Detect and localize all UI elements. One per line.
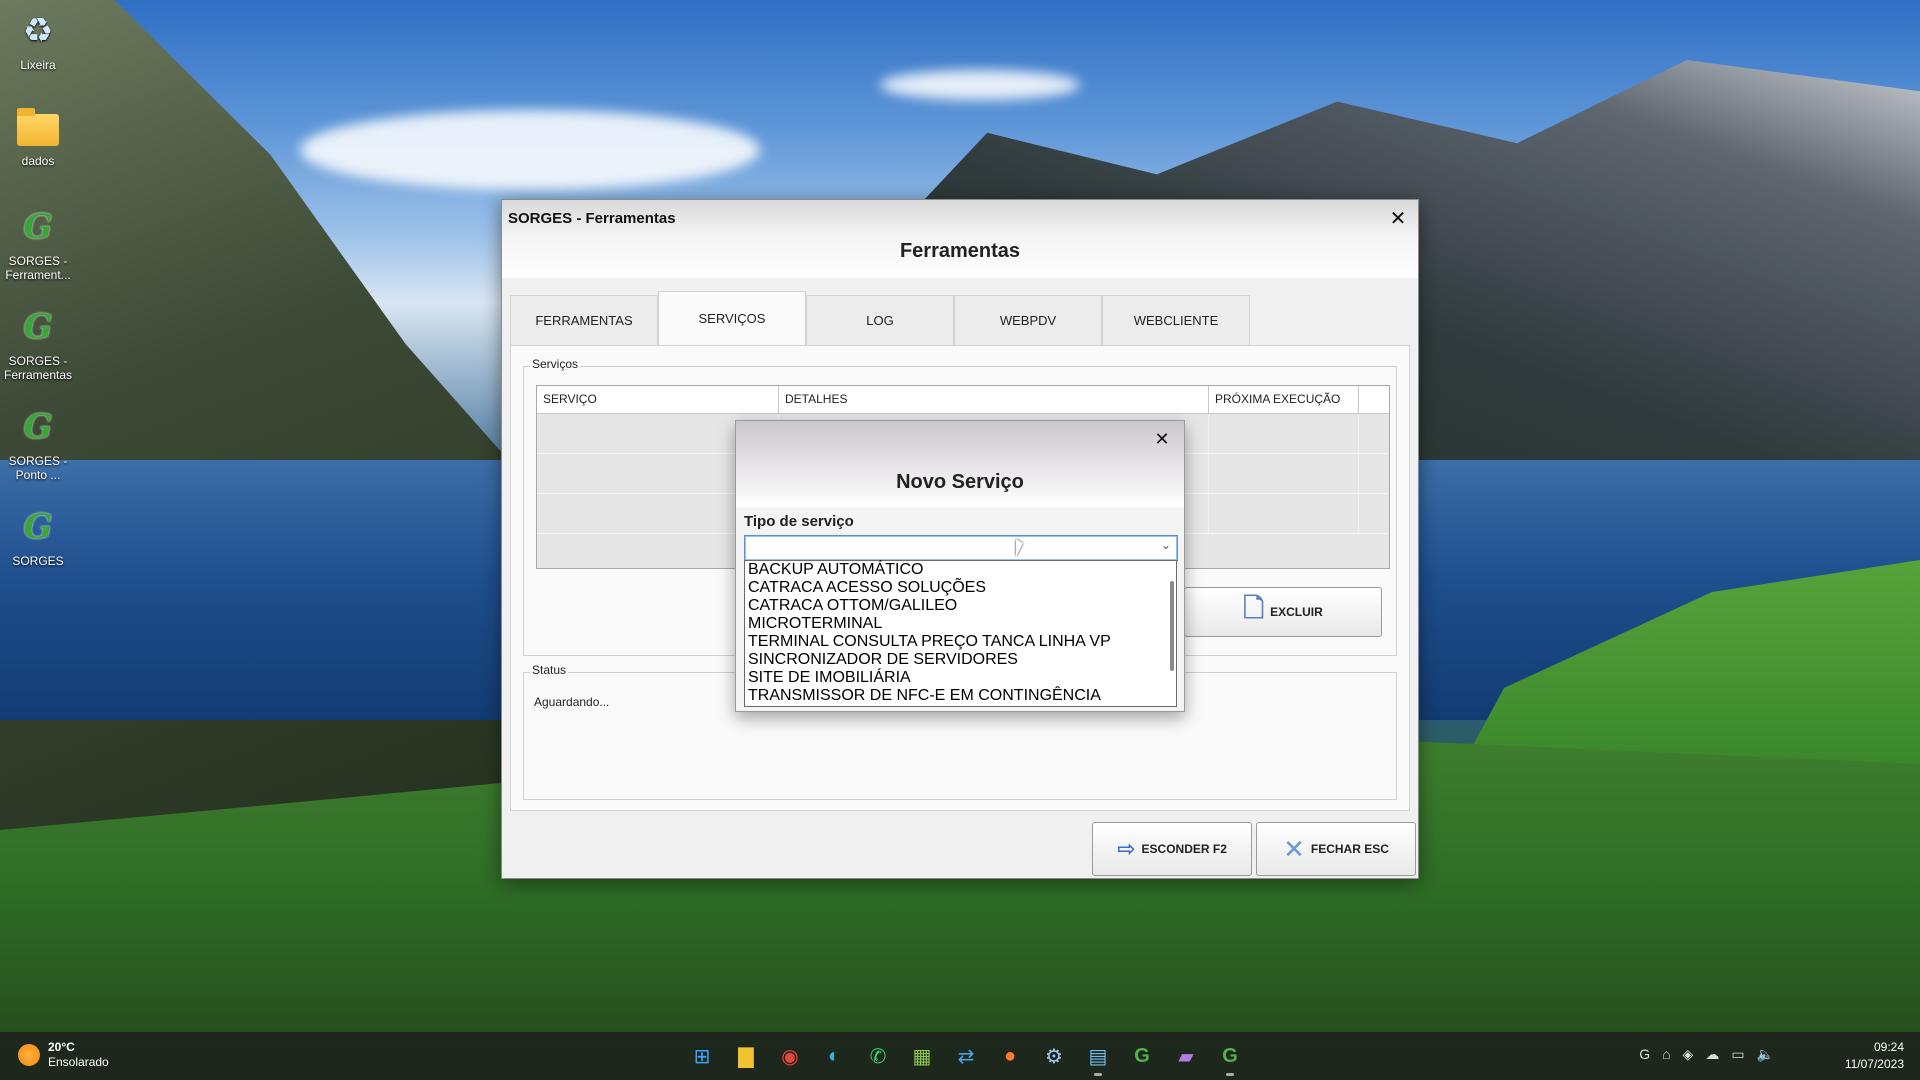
tipo-servico-select[interactable]: ⌄: [744, 535, 1178, 561]
folder-icon: [17, 108, 59, 146]
weather-temp: 20°C: [48, 1040, 75, 1054]
weather-widget[interactable]: 20°C Ensolarado: [18, 1040, 109, 1070]
sorges-taskbar-icon[interactable]: G: [1124, 1038, 1160, 1074]
tab-strip: FERRAMENTAS SERVIÇOS LOG WEBPDV WEBCLIEN…: [510, 291, 1250, 345]
fechar-button[interactable]: ✕ FECHAR ESC: [1256, 822, 1416, 876]
column-header-detalhes[interactable]: DETALHES: [779, 386, 1209, 413]
onedrive-icon[interactable]: ☁: [1705, 1046, 1719, 1063]
desktop-icon-label: SORGES - Ferrament...: [5, 254, 71, 282]
desktop-icon-dados[interactable]: dados: [2, 108, 74, 168]
sorges-shortcut-icon: G: [23, 507, 53, 547]
dropdown-option[interactable]: CATRACA OTTOM/GALILEO: [745, 597, 1176, 615]
sorges-shortcut-icon: G: [23, 407, 53, 447]
desktop-icon-label: SORGES - Ponto ...: [8, 454, 68, 482]
edge-icon[interactable]: ◐: [816, 1038, 852, 1074]
dropdown-option[interactable]: TRANSMISSOR DE NFC-E EM CONTINGÊNCIA: [745, 687, 1176, 705]
desktop-icon-sorges[interactable]: G SORGES: [2, 504, 74, 568]
desktop-icon-sorges-ferramentas-1[interactable]: G SORGES - Ferrament...: [2, 204, 74, 282]
firefox-icon[interactable]: ●: [992, 1038, 1028, 1074]
tab-servicos[interactable]: SERVIÇOS: [658, 291, 806, 345]
column-header-servico[interactable]: SERVIÇO: [537, 386, 779, 413]
desktop-icon-recycle-bin[interactable]: ♻ Lixeira: [2, 8, 74, 72]
clock-time: 09:24: [1873, 1040, 1904, 1054]
dropdown-option[interactable]: TERMINAL CONSULTA PREÇO TANCA LINHA VP: [745, 633, 1176, 651]
video-editor-icon[interactable]: ▰: [1168, 1038, 1204, 1074]
wallpaper-cloud: [300, 110, 760, 190]
taskbar: 20°C Ensolarado ⊞ ▇ ◉ ◐ ✆ ▦ ⇄ ● ⚙ ▤ G ▰ …: [0, 1032, 1920, 1080]
wallpaper-cloud: [880, 70, 1080, 100]
dropdown-option[interactable]: BACKUP AUTOMÁTICO: [745, 561, 1176, 579]
clock-date: 11/07/2023: [1844, 1057, 1904, 1071]
dropdown-option[interactable]: MICROTERMINAL: [745, 615, 1176, 633]
close-cross-icon: ✕: [1283, 833, 1305, 864]
taskbar-apps: ⊞ ▇ ◉ ◐ ✆ ▦ ⇄ ● ⚙ ▤ G ▰ G: [680, 1038, 1252, 1076]
dialog-header: ✕ Novo Serviço: [736, 421, 1184, 507]
window-title: SORGES - Ferramentas: [508, 209, 676, 227]
window-header: Ferramentas: [502, 236, 1418, 278]
spreadsheet-icon[interactable]: ▦: [904, 1038, 940, 1074]
tipo-servico-label: Tipo de serviço: [744, 513, 854, 530]
column-header-proxima-execucao[interactable]: PRÓXIMA EXECUÇÃO: [1209, 386, 1359, 413]
sorges-tray-icon[interactable]: G: [1639, 1046, 1650, 1063]
file-explorer-icon[interactable]: ▇: [728, 1038, 764, 1074]
excluir-button-label: EXCLUIR: [1270, 605, 1323, 619]
desktop-icon-sorges-ferramentas-2[interactable]: G SORGES - Ferramentas: [2, 304, 74, 382]
sorges-shortcut-icon: G: [23, 207, 53, 247]
tipo-servico-dropdown[interactable]: BACKUP AUTOMÁTICO CATRACA ACESSO SOLUÇÕE…: [744, 560, 1177, 707]
arrow-right-icon: ⇨: [1117, 836, 1136, 861]
system-tray: G ⌂ ◈ ☁ ▭ 🔈: [1633, 1046, 1780, 1063]
dialog-close-button[interactable]: ✕: [1146, 423, 1178, 455]
notepad-icon[interactable]: ▤: [1080, 1038, 1116, 1076]
tab-ferramentas[interactable]: FERRAMENTAS: [510, 295, 658, 345]
whatsapp-icon[interactable]: ✆: [860, 1038, 896, 1074]
status-group-label: Status: [530, 663, 569, 677]
volume-icon[interactable]: 🔈: [1757, 1046, 1774, 1063]
delete-document-icon: 🗋: [1243, 593, 1265, 623]
window-titlebar[interactable]: SORGES - Ferramentas ✕: [502, 200, 1418, 236]
sorges-shortcut-icon: G: [23, 307, 53, 347]
network-icon[interactable]: ▭: [1731, 1046, 1744, 1063]
dropdown-option[interactable]: CATRACA ACESSO SOLUÇÕES: [745, 579, 1176, 597]
grid-header: SERVIÇO DETALHES PRÓXIMA EXECUÇÃO: [537, 386, 1389, 414]
dialog-title: Novo Serviço: [896, 471, 1024, 493]
window-close-button[interactable]: ✕: [1378, 200, 1418, 236]
esconder-button[interactable]: ⇨ ESCONDER F2: [1092, 822, 1252, 876]
status-text: Aguardando...: [534, 695, 610, 709]
dropdown-option[interactable]: SITE DE IMOBILIÁRIA: [745, 669, 1176, 687]
tab-log[interactable]: LOG: [806, 295, 954, 345]
security-shield-icon[interactable]: ◈: [1683, 1046, 1694, 1063]
chrome-icon[interactable]: ◉: [772, 1038, 808, 1074]
remote-access-icon[interactable]: ⇄: [948, 1038, 984, 1074]
esconder-button-label: ESCONDER F2: [1141, 842, 1227, 856]
desktop-icon-label: Lixeira: [20, 58, 56, 72]
start-button[interactable]: ⊞: [684, 1038, 720, 1074]
dropdown-scrollbar[interactable]: [1170, 581, 1174, 671]
desktop-icon-label: SORGES - Ferramentas: [3, 354, 73, 382]
desktop-icon-label: SORGES: [12, 554, 64, 568]
tab-webpdv[interactable]: WEBPDV: [954, 295, 1102, 345]
excluir-button[interactable]: 🗋 EXCLUIR: [1184, 587, 1382, 637]
mouse-cursor-icon: [1016, 539, 1023, 557]
fechar-button-label: FECHAR ESC: [1310, 842, 1389, 856]
weather-desc: Ensolarado: [48, 1055, 109, 1069]
usb-icon[interactable]: ⌂: [1662, 1046, 1670, 1063]
dropdown-option[interactable]: SINCRONIZADOR DE SERVIDORES: [745, 651, 1176, 669]
desktop-icon-label: dados: [21, 154, 55, 168]
recycle-bin-icon: ♻: [22, 12, 54, 50]
clock[interactable]: 09:24 11/07/2023: [1845, 1039, 1904, 1073]
sorges-ferramentas-taskbar-icon[interactable]: G: [1212, 1038, 1248, 1076]
tab-webcliente[interactable]: WEBCLIENTE: [1102, 295, 1250, 345]
settings-gear-icon[interactable]: ⚙: [1036, 1038, 1072, 1074]
chevron-down-icon: ⌄: [1160, 538, 1171, 552]
services-group-label: Serviços: [530, 357, 581, 371]
sun-icon: [18, 1044, 40, 1066]
desktop-icon-sorges-ponto[interactable]: G SORGES - Ponto ...: [2, 404, 74, 482]
